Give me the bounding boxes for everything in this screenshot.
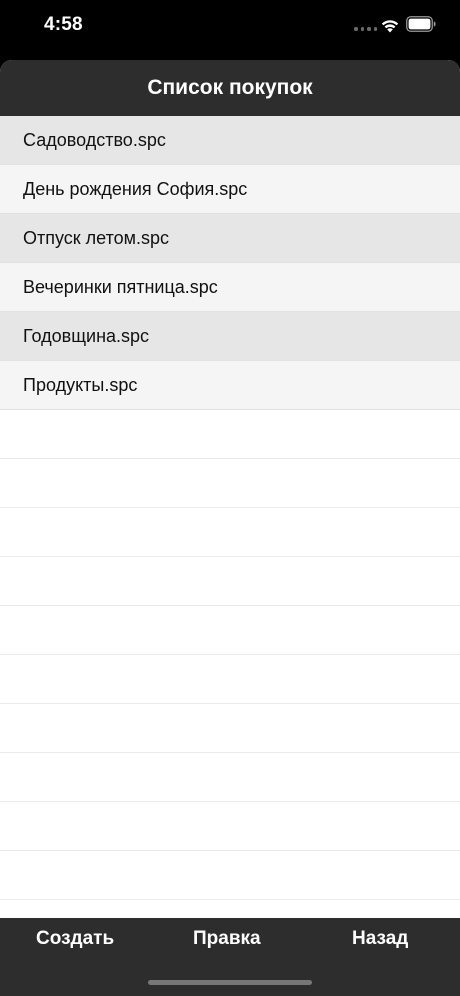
file-list: Садоводство.spc День рождения София.spc …: [0, 116, 460, 900]
create-button[interactable]: Создать: [36, 928, 114, 950]
empty-row: [0, 410, 460, 459]
empty-row: [0, 753, 460, 802]
list-item-label: Продукты.spc: [23, 374, 138, 395]
list-item[interactable]: Продукты.spc: [0, 361, 460, 410]
empty-row: [0, 508, 460, 557]
list-item-label: Вечеринки пятница.spc: [23, 276, 218, 297]
empty-row: [0, 802, 460, 851]
signal-icon: [354, 27, 377, 31]
battery-icon: [406, 16, 436, 32]
back-button[interactable]: Назад: [352, 928, 408, 950]
edit-button[interactable]: Правка: [193, 928, 261, 950]
empty-row: [0, 557, 460, 606]
shopping-list-sheet: Список покупок Садоводство.spc День рожд…: [0, 60, 460, 996]
empty-row: [0, 704, 460, 753]
status-bar: 4:58: [0, 0, 460, 52]
empty-row: [0, 459, 460, 508]
list-item[interactable]: День рождения София.spc: [0, 165, 460, 214]
home-indicator[interactable]: [148, 980, 312, 985]
status-time: 4:58: [44, 14, 83, 35]
list-item[interactable]: Садоводство.spc: [0, 116, 460, 165]
nav-bar: Список покупок: [0, 60, 460, 116]
empty-row: [0, 655, 460, 704]
list-item-label: Годовщина.spc: [23, 325, 150, 346]
empty-row: [0, 851, 460, 900]
list-item[interactable]: Отпуск летом.spc: [0, 214, 460, 263]
wifi-icon: [381, 20, 399, 33]
list-item[interactable]: Годовщина.spc: [0, 312, 460, 361]
empty-row: [0, 606, 460, 655]
page-title: Список покупок: [147, 76, 313, 99]
list-item-label: Садоводство.spc: [23, 129, 166, 150]
list-item-label: Отпуск летом.spc: [23, 227, 170, 248]
list-item[interactable]: Вечеринки пятница.spc: [0, 263, 460, 312]
list-item-label: День рождения София.spc: [23, 178, 248, 199]
